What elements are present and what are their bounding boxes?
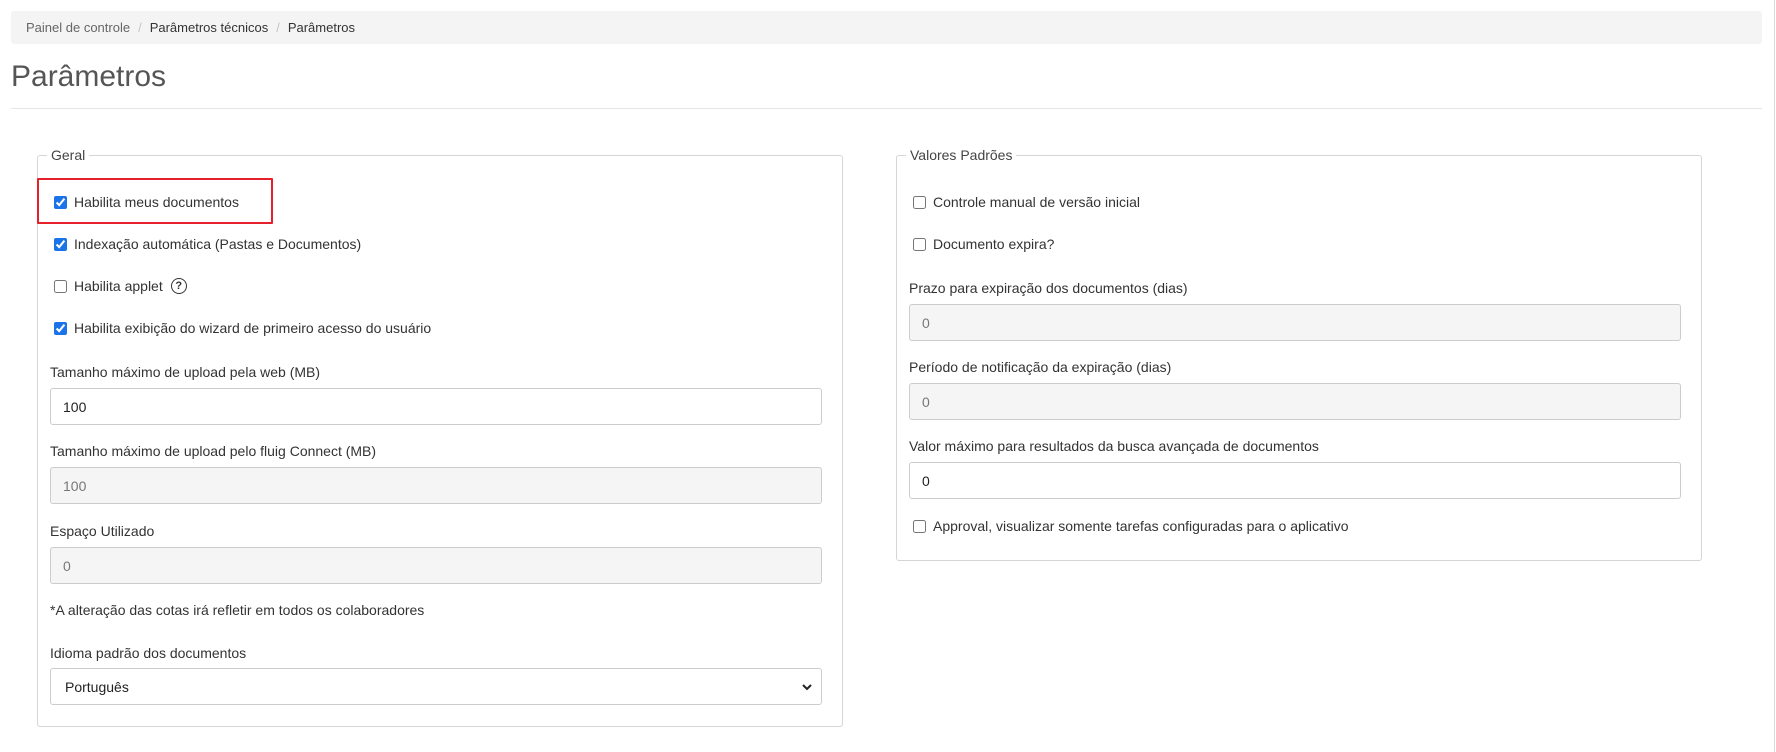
documento-expira-checkbox[interactable] [913, 237, 926, 251]
geral-legend: Geral [51, 147, 86, 163]
habilita-wizard-checkbox[interactable] [54, 321, 67, 335]
breadcrumb-separator: / [138, 20, 142, 35]
documento-expira-label: Documento expira? [933, 236, 1055, 252]
idioma-select[interactable]: Português [50, 668, 822, 705]
habilita-meus-documentos-option[interactable]: Habilita meus documentos [54, 194, 239, 210]
controle-manual-option[interactable]: Controle manual de versão inicial [913, 194, 1140, 210]
upload-connect-input [50, 467, 822, 504]
espaco-utilizado-label: Espaço Utilizado [50, 523, 155, 539]
habilita-wizard-option[interactable]: Habilita exibição do wizard de primeiro … [54, 320, 431, 336]
valores-padroes-legend: Valores Padrões [910, 147, 1013, 163]
habilita-applet-checkbox[interactable] [54, 279, 67, 293]
breadcrumb-item-painel[interactable]: Painel de controle [26, 20, 130, 35]
geral-fieldset: Geral [37, 147, 843, 727]
page: Painel de controle / Parâmetros técnicos… [0, 0, 1776, 752]
controle-manual-checkbox[interactable] [913, 195, 926, 209]
habilita-meus-documentos-checkbox[interactable] [54, 195, 67, 209]
page-title: Parâmetros [11, 60, 167, 93]
habilita-wizard-label: Habilita exibição do wizard de primeiro … [74, 320, 432, 336]
breadcrumb-separator: / [276, 20, 280, 35]
question-circle-icon[interactable]: ? [170, 278, 187, 294]
espaco-utilizado-input [50, 547, 822, 584]
idioma-label: Idioma padrão dos documentos [50, 645, 247, 661]
controle-manual-label: Controle manual de versão inicial [933, 194, 1140, 210]
approval-option[interactable]: Approval, visualizar somente tarefas con… [913, 518, 1349, 534]
breadcrumb-item-parametros-tecnicos[interactable]: Parâmetros técnicos [150, 20, 269, 35]
upload-connect-label: Tamanho máximo de upload pelo fluig Conn… [50, 443, 377, 459]
prazo-expiracao-input [909, 304, 1681, 341]
habilita-applet-option[interactable]: Habilita applet ? [54, 278, 187, 294]
approval-label: Approval, visualizar somente tarefas con… [933, 518, 1349, 534]
title-divider [11, 108, 1762, 109]
habilita-meus-documentos-label: Habilita meus documentos [74, 194, 239, 210]
valor-maximo-busca-label: Valor máximo para resultados da busca av… [909, 438, 1319, 454]
page-edge-divider [1774, 0, 1775, 752]
periodo-notificacao-label: Período de notificação da expiração (dia… [909, 359, 1172, 375]
indexacao-automatica-option[interactable]: Indexação automática (Pastas e Documento… [54, 236, 361, 252]
cotas-note: *A alteração das cotas irá refletir em t… [50, 602, 425, 618]
idioma-selected-value: Português [65, 678, 129, 695]
upload-web-input[interactable] [50, 388, 822, 425]
approval-checkbox[interactable] [913, 519, 926, 533]
indexacao-automatica-checkbox[interactable] [54, 237, 67, 251]
periodo-notificacao-input [909, 383, 1681, 420]
breadcrumb: Painel de controle / Parâmetros técnicos… [11, 11, 1762, 44]
valor-maximo-busca-input[interactable] [909, 462, 1681, 499]
habilita-applet-label: Habilita applet [74, 278, 163, 294]
prazo-expiracao-label: Prazo para expiração dos documentos (dia… [909, 280, 1188, 296]
upload-web-label: Tamanho máximo de upload pela web (MB) [50, 364, 321, 380]
chevron-down-icon [802, 683, 812, 690]
indexacao-automatica-label: Indexação automática (Pastas e Documento… [74, 236, 362, 252]
documento-expira-option[interactable]: Documento expira? [913, 236, 1054, 252]
breadcrumb-item-parametros: Parâmetros [287, 20, 356, 35]
